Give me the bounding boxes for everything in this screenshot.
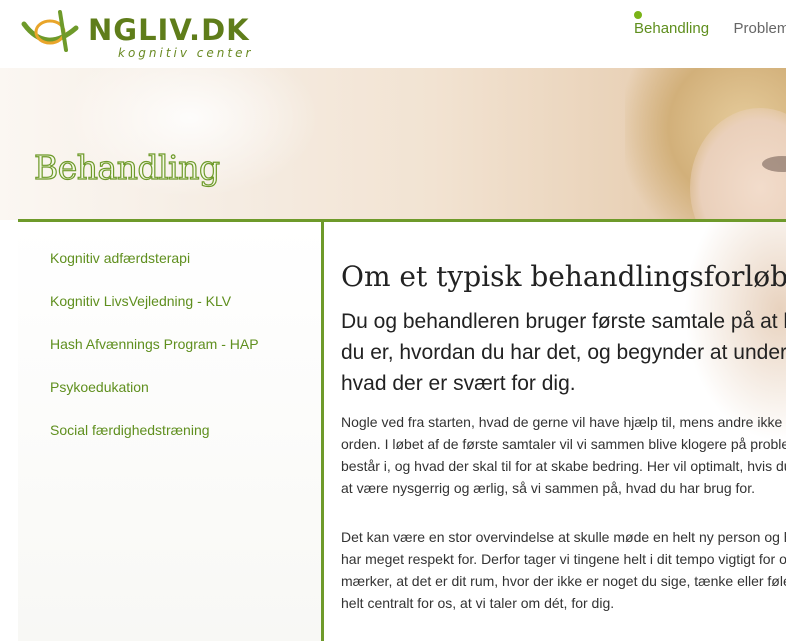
nav-item-behandling[interactable]: Behandling bbox=[634, 11, 710, 37]
main-nav: Behandling Problemt bbox=[634, 11, 786, 50]
nav-item-label: Behandling bbox=[634, 20, 710, 37]
hero-banner: Behandling bbox=[0, 68, 786, 220]
sidebar-item-kognitiv-adfaerdsterapi[interactable]: Kognitiv adfærdsterapi bbox=[50, 250, 190, 266]
nav-item-problemt[interactable]: Problemt bbox=[734, 20, 786, 37]
main-content: Om et typisk behandlingsforløb: Du og be… bbox=[321, 219, 786, 641]
sidebar-item-klv[interactable]: Kognitiv LivsVejledning - KLV bbox=[50, 293, 231, 309]
active-dot-icon bbox=[634, 11, 642, 19]
sidebar-item-psykoedukation[interactable]: Psykoedukation bbox=[50, 379, 149, 395]
site-logo[interactable]: NGLIV.DK kognitiv center bbox=[20, 8, 260, 60]
logo-text: NGLIV.DK bbox=[88, 13, 250, 47]
sidebar-item-hap[interactable]: Hash Afvænnings Program - HAP bbox=[50, 336, 259, 352]
content-lead: Du og behandleren bruger første samtale … bbox=[341, 310, 786, 395]
content-heading: Om et typisk behandlingsforløb: bbox=[341, 260, 786, 293]
sidebar-nav: Kognitiv adfærdsterapi Kognitiv LivsVejl… bbox=[18, 219, 321, 641]
nav-item-label: Problemt bbox=[733, 20, 786, 37]
site-header: NGLIV.DK kognitiv center Behandling Prob… bbox=[0, 0, 786, 69]
page-title: Behandling bbox=[33, 147, 220, 187]
logo-subtitle: kognitiv center bbox=[118, 46, 254, 60]
content-paragraph: Nogle ved fra starten, hvad de gerne vil… bbox=[341, 414, 786, 496]
sidebar-item-social-faerdighedstraening[interactable]: Social færdighedstræning bbox=[50, 422, 210, 438]
content-paragraph: Det kan være en stor overvindelse at sku… bbox=[341, 529, 786, 611]
logo-swoosh-icon bbox=[21, 10, 79, 52]
